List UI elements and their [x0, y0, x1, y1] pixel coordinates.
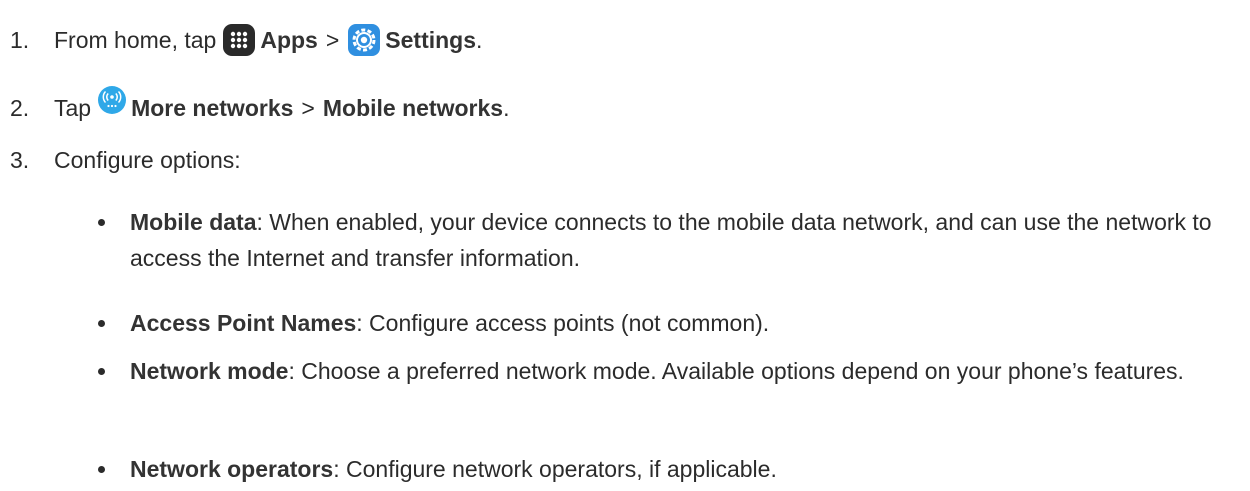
bullet-dot — [98, 320, 105, 327]
step-text: Tap — [54, 95, 92, 121]
option-term: Network operators — [130, 456, 334, 482]
bullet-dot — [98, 466, 105, 473]
step-3: 3. Configure options: — [10, 146, 241, 174]
step-suffix: . — [476, 27, 483, 53]
step-text: From home, tap — [54, 27, 217, 53]
step-number: 3. — [10, 147, 30, 173]
list-item-text: Network mode: Choose a preferred network… — [114, 353, 1234, 389]
list-item-text: Mobile data: When enabled, your device c… — [114, 204, 1234, 276]
step-number: 2. — [10, 95, 30, 121]
step-number: 1. — [10, 27, 30, 53]
settings-gear-icon — [347, 23, 381, 57]
list-item-mobile-data: Mobile data: When enabled, your device c… — [98, 204, 1234, 276]
step-1: 1. From home, tap Apps > Settings . — [10, 23, 482, 57]
more-networks-label: More networks — [131, 95, 294, 121]
list-item-text: Network operators: Configure network ope… — [114, 451, 1234, 487]
bullet-dot — [98, 219, 105, 226]
option-description: : Choose a preferred network mode. Avail… — [288, 358, 1184, 384]
option-description: : Configure access points (not common). — [356, 310, 770, 336]
option-term: Access Point Names — [130, 310, 357, 336]
list-item-access-point-names: Access Point Names: Configure access poi… — [98, 305, 1234, 341]
step-text: Configure options: — [54, 147, 241, 173]
settings-label: Settings — [385, 27, 477, 53]
mobile-networks-label: Mobile networks — [322, 95, 504, 121]
list-item-network-operators: Network operators: Configure network ope… — [98, 451, 1234, 487]
option-description: : Configure network operators, if applic… — [333, 456, 777, 482]
bullet-dot — [98, 368, 105, 375]
option-description: : When enabled, your device connects to … — [130, 209, 1212, 271]
step-suffix: . — [503, 95, 510, 121]
list-item-text: Access Point Names: Configure access poi… — [114, 305, 1234, 341]
more-networks-icon — [97, 85, 127, 115]
option-term: Mobile data — [130, 209, 257, 235]
list-item-network-mode: Network mode: Choose a preferred network… — [98, 353, 1234, 389]
step-2: 2. Tap More networks > Mobile networks . — [10, 86, 510, 123]
instruction-document: 1. From home, tap Apps > Settings . 2. T… — [0, 0, 1250, 491]
apps-grid-icon — [222, 23, 256, 57]
separator: > — [325, 27, 340, 53]
separator: > — [301, 95, 315, 121]
option-term: Network mode — [130, 358, 289, 384]
apps-label: Apps — [260, 27, 318, 53]
